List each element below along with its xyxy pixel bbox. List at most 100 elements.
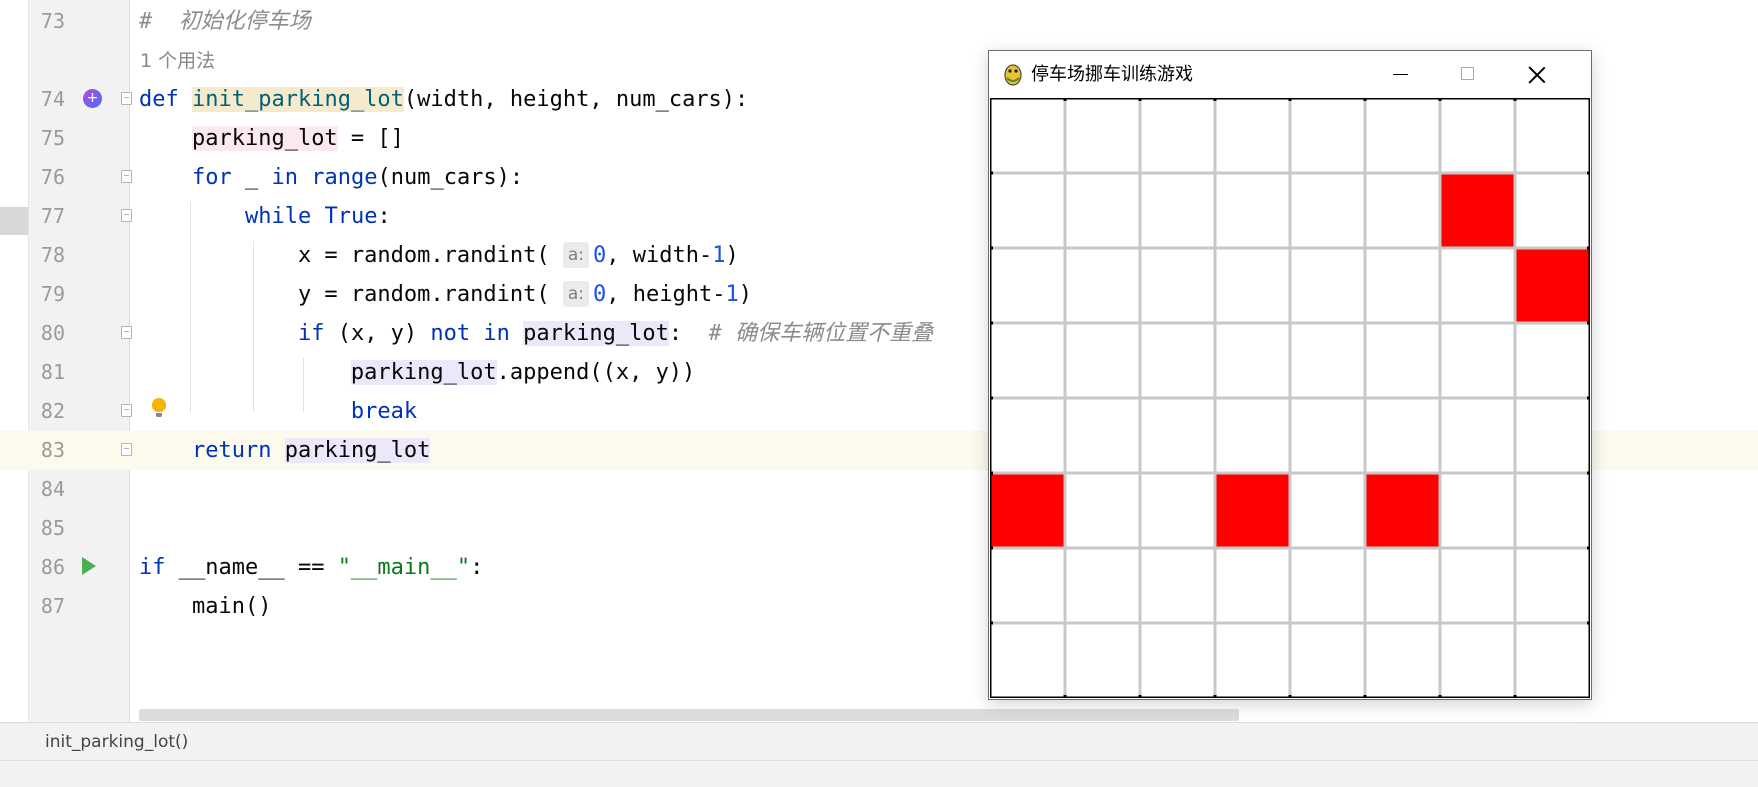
parking-cell[interactable] xyxy=(1066,99,1139,172)
parking-cell[interactable] xyxy=(1441,249,1514,322)
parking-cell[interactable] xyxy=(1141,474,1214,547)
minimize-button[interactable] xyxy=(1367,51,1433,98)
code-line[interactable]: 73 # 初始化停车场 xyxy=(0,2,1758,41)
parking-cell[interactable] xyxy=(1216,324,1289,397)
parking-cell[interactable] xyxy=(1216,249,1289,322)
parking-cell[interactable] xyxy=(1441,99,1514,172)
line-number[interactable]: 76 xyxy=(29,158,65,197)
fold-marker-icon[interactable] xyxy=(121,92,132,105)
line-number[interactable]: 87 xyxy=(29,587,65,626)
line-number[interactable]: 74 xyxy=(29,80,65,119)
parking-cell[interactable] xyxy=(1141,324,1214,397)
parking-cell[interactable] xyxy=(1066,549,1139,622)
fold-marker-icon[interactable] xyxy=(121,443,132,456)
parking-cell[interactable] xyxy=(1141,549,1214,622)
line-number[interactable]: 86 xyxy=(29,548,65,587)
car-block[interactable] xyxy=(1366,474,1439,547)
parking-cell[interactable] xyxy=(1066,474,1139,547)
parking-cell[interactable] xyxy=(1141,624,1214,697)
parking-cell[interactable] xyxy=(1291,324,1364,397)
parking-cell[interactable] xyxy=(991,249,1064,322)
run-icon[interactable] xyxy=(82,557,96,575)
line-number[interactable]: 81 xyxy=(29,353,65,392)
parking-cell[interactable] xyxy=(1291,174,1364,247)
code-text[interactable]: parking_lot = [] xyxy=(139,119,404,158)
parking-cell[interactable] xyxy=(1291,99,1364,172)
parking-cell[interactable] xyxy=(1516,624,1589,697)
parking-cell[interactable] xyxy=(1516,324,1589,397)
code-text[interactable]: main() xyxy=(139,587,271,626)
parking-cell[interactable] xyxy=(1516,99,1589,172)
lightbulb-icon[interactable] xyxy=(152,398,166,417)
usages-hint[interactable]: 1 个用法 xyxy=(140,47,215,75)
code-text[interactable]: if __name__ == "__main__": xyxy=(139,548,483,587)
parking-cell[interactable] xyxy=(1291,474,1364,547)
parking-cell[interactable] xyxy=(991,324,1064,397)
parking-cell[interactable] xyxy=(991,99,1064,172)
line-number[interactable]: 82 xyxy=(29,392,65,431)
parking-cell[interactable] xyxy=(991,624,1064,697)
parking-cell[interactable] xyxy=(1291,624,1364,697)
parking-cell[interactable] xyxy=(1066,249,1139,322)
parking-cell[interactable] xyxy=(1366,624,1439,697)
line-number[interactable]: 80 xyxy=(29,314,65,353)
code-text[interactable]: if (x, y) not in parking_lot: # 确保车辆位置不重… xyxy=(139,314,933,353)
code-text[interactable]: # 初始化停车场 xyxy=(139,2,311,41)
fold-marker-icon[interactable] xyxy=(121,404,132,417)
parking-cell[interactable] xyxy=(1216,549,1289,622)
line-number[interactable]: 84 xyxy=(29,470,65,509)
parking-cell[interactable] xyxy=(1141,399,1214,472)
parking-cell[interactable] xyxy=(1366,399,1439,472)
line-number[interactable]: 75 xyxy=(29,119,65,158)
line-number[interactable]: 77 xyxy=(29,197,65,236)
parking-cell[interactable] xyxy=(1366,249,1439,322)
code-text[interactable]: break xyxy=(139,392,417,431)
parking-cell[interactable] xyxy=(1366,174,1439,247)
line-number[interactable]: 79 xyxy=(29,275,65,314)
parking-cell[interactable] xyxy=(1066,174,1139,247)
line-number[interactable]: 85 xyxy=(29,509,65,548)
parking-cell[interactable] xyxy=(1366,324,1439,397)
parking-cell[interactable] xyxy=(1441,549,1514,622)
parking-cell[interactable] xyxy=(1216,399,1289,472)
maximize-button[interactable] xyxy=(1435,51,1501,98)
parking-cell[interactable] xyxy=(1441,399,1514,472)
parking-cell[interactable] xyxy=(1516,474,1589,547)
fold-marker-icon[interactable] xyxy=(121,326,132,339)
line-number[interactable]: 78 xyxy=(29,236,65,275)
window-title-bar[interactable]: 停车场挪车训练游戏 xyxy=(989,51,1591,98)
line-number[interactable]: 83 xyxy=(29,431,65,470)
parking-cell[interactable] xyxy=(1516,399,1589,472)
code-text[interactable]: while True: xyxy=(139,197,391,236)
car-block[interactable] xyxy=(991,474,1064,547)
parking-cell[interactable] xyxy=(1216,99,1289,172)
parking-cell[interactable] xyxy=(1141,249,1214,322)
parking-cell[interactable] xyxy=(1441,624,1514,697)
fold-marker-icon[interactable] xyxy=(121,170,132,183)
implement-gutter-icon[interactable]: + xyxy=(83,89,102,108)
parking-grid[interactable] xyxy=(990,98,1590,698)
parking-cell[interactable] xyxy=(1516,549,1589,622)
parking-cell[interactable] xyxy=(1066,399,1139,472)
car-block[interactable] xyxy=(1216,474,1289,547)
game-window[interactable]: 停车场挪车训练游戏 xyxy=(988,50,1592,700)
parking-cell[interactable] xyxy=(1141,174,1214,247)
code-text[interactable]: for _ in range(num_cars): xyxy=(139,158,523,197)
code-text[interactable]: y = random.randint( a: 0, height-1) xyxy=(139,275,752,314)
parking-cell[interactable] xyxy=(991,399,1064,472)
parking-cell[interactable] xyxy=(1291,249,1364,322)
code-text[interactable]: return parking_lot xyxy=(139,431,431,470)
line-number[interactable]: 73 xyxy=(29,2,65,41)
parking-cell[interactable] xyxy=(1516,174,1589,247)
car-block[interactable] xyxy=(1441,174,1514,247)
parking-cell[interactable] xyxy=(1291,399,1364,472)
parking-cell[interactable] xyxy=(1291,549,1364,622)
parking-cell[interactable] xyxy=(1441,474,1514,547)
game-canvas[interactable] xyxy=(990,98,1590,698)
car-block[interactable] xyxy=(1516,249,1589,322)
parking-cell[interactable] xyxy=(1216,624,1289,697)
close-button[interactable] xyxy=(1503,51,1569,98)
parking-cell[interactable] xyxy=(1366,99,1439,172)
parking-cell[interactable] xyxy=(991,174,1064,247)
parking-cell[interactable] xyxy=(991,549,1064,622)
